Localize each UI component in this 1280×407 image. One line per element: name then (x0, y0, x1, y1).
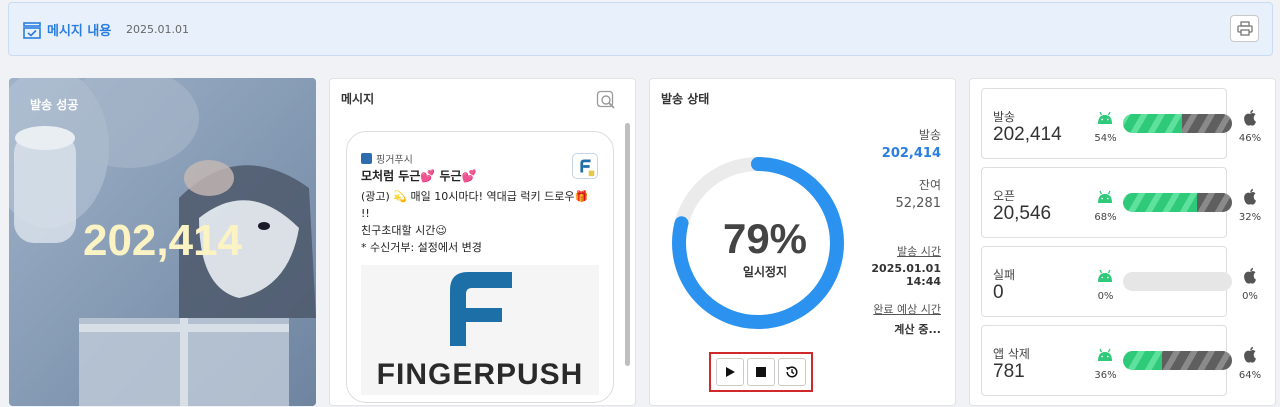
android-icon (1098, 111, 1112, 124)
sent-label: 발송 (918, 128, 941, 142)
send-status-title: 발송 상태 (661, 92, 710, 106)
android-bar-segment (1123, 114, 1182, 133)
remaining-label: 잔여 (918, 178, 941, 192)
eta-value: 계산 중... (894, 323, 941, 336)
stop-icon (756, 367, 766, 377)
send-success-label: 발송 성공 (30, 98, 79, 112)
send-time-time: 14:44 (905, 275, 941, 288)
send-status-card: 발송 상태 79% 일시정지 발송 202,414 잔여 52,281 발송 시… (649, 78, 956, 406)
send-time-date: 2025.01.01 (871, 262, 941, 275)
stat-row: 오픈 20,546 68% 32% (981, 167, 1261, 238)
stat-value: 202,414 (993, 124, 1062, 145)
android-icon (1098, 269, 1112, 282)
progress-state-label: 일시정지 (742, 265, 788, 279)
message-line: (광고) 💫 매일 10시마다! 역대급 럭키 드로우🎁 (361, 190, 589, 203)
ios-percent: 46% (1238, 133, 1262, 144)
android-percent: 0% (1097, 291, 1114, 302)
remaining-value: 52,281 (895, 196, 942, 211)
printer-icon (1236, 21, 1253, 36)
send-time-label: 발송 시간 (897, 245, 941, 258)
message-line: * 수신거부: 설정에서 변경 (361, 241, 482, 254)
android-bar-segment (1123, 193, 1198, 212)
print-button[interactable] (1230, 15, 1259, 42)
history-icon (786, 366, 798, 378)
android-icon (1098, 190, 1112, 203)
message-image: FINGERPUSH (361, 265, 599, 395)
message-body: 모처럼 두근💕 두근💕 (광고) 💫 매일 10시마다! 역대급 럭키 드로우🎁… (361, 168, 601, 256)
stat-label: 앱 삭제 (993, 347, 1030, 361)
stat-value: 781 (993, 361, 1025, 382)
apple-icon (1244, 267, 1256, 284)
message-content-header: 메시지 내용 2025.01.01 (8, 2, 1273, 56)
stats-card: 발송 202,414 54% 46% 오픈 20,546 68% 32% 실패 0 0% 0% 앱 삭제… (969, 78, 1276, 406)
page-title: 메시지 내용 (47, 24, 112, 39)
platform-ratio-bar (1123, 193, 1232, 212)
stop-button[interactable] (747, 358, 775, 386)
send-control-group (709, 352, 813, 392)
ios-percent: 32% (1238, 212, 1262, 223)
ios-bar-segment (1162, 351, 1232, 370)
app-name-row: 핑거푸시 (361, 151, 413, 166)
android-percent: 36% (1094, 370, 1117, 381)
sent-value: 202,414 (881, 146, 941, 161)
message-title-line: 모처럼 두근💕 두근💕 (361, 169, 477, 183)
send-success-value: 202,414 (82, 216, 243, 265)
android-icon (1098, 348, 1112, 361)
android-percent: 68% (1094, 212, 1117, 223)
progress-percent: 79% (722, 215, 808, 262)
eta-label: 완료 예상 시간 (873, 303, 941, 316)
app-small-icon (361, 153, 372, 164)
ios-percent: 64% (1238, 370, 1262, 381)
platform-ratio-bar (1123, 114, 1232, 133)
remaining-block: 잔여 52,281 (896, 176, 942, 211)
ios-bar-segment (1181, 114, 1232, 133)
message-card-title: 메시지 (341, 92, 375, 106)
app-name: 핑거푸시 (376, 155, 413, 166)
push-message-preview: 핑거푸시 모처럼 두근💕 두근💕 (광고) 💫 매일 10시마다! 역대급 럭키… (346, 131, 614, 403)
message-card: 메시지 핑거푸시 모처럼 두근💕 두근💕 (광고) 💫 매일 10시마다! 역대… (329, 78, 636, 406)
eta-block: 완료 예상 시간 계산 중... (873, 301, 941, 337)
send-success-card: 발송 성공 202,414 (9, 78, 316, 406)
history-button[interactable] (778, 358, 806, 386)
stat-label: 실패 (993, 268, 1016, 282)
apple-icon (1244, 109, 1256, 126)
send-time-block: 발송 시간 2025.01.01 14:44 (871, 243, 941, 288)
message-line: 친구초대할 시간😉 (361, 224, 447, 237)
calendar-check-icon (23, 22, 41, 39)
stat-value: 20,546 (993, 203, 1052, 224)
stat-value: 0 (993, 282, 1004, 303)
ios-bar-segment (1197, 193, 1232, 212)
ios-percent: 0% (1242, 291, 1258, 302)
message-line: !! (361, 207, 370, 220)
platform-ratio-bar (1123, 272, 1232, 291)
message-scrollbar[interactable] (625, 123, 630, 366)
stat-row: 발송 202,414 54% 46% (981, 88, 1261, 159)
sent-block: 발송 202,414 (882, 126, 941, 161)
header-date: 2025.01.01 (126, 23, 189, 36)
android-percent: 54% (1094, 133, 1117, 144)
apple-icon (1244, 188, 1256, 205)
preview-search-icon[interactable] (596, 90, 616, 110)
brand-name: FINGERPUSH (376, 358, 584, 391)
play-icon (726, 367, 735, 377)
stat-row: 앱 삭제 781 36% 64% (981, 325, 1261, 396)
stat-label: 오픈 (993, 189, 1016, 203)
apple-icon (1244, 346, 1256, 363)
stat-row: 실패 0 0% 0% (981, 246, 1258, 317)
android-bar-segment (1123, 351, 1163, 370)
platform-ratio-bar (1123, 351, 1232, 370)
stat-label: 발송 (993, 110, 1016, 124)
play-button[interactable] (716, 358, 744, 386)
fingerpush-logo (450, 272, 512, 346)
